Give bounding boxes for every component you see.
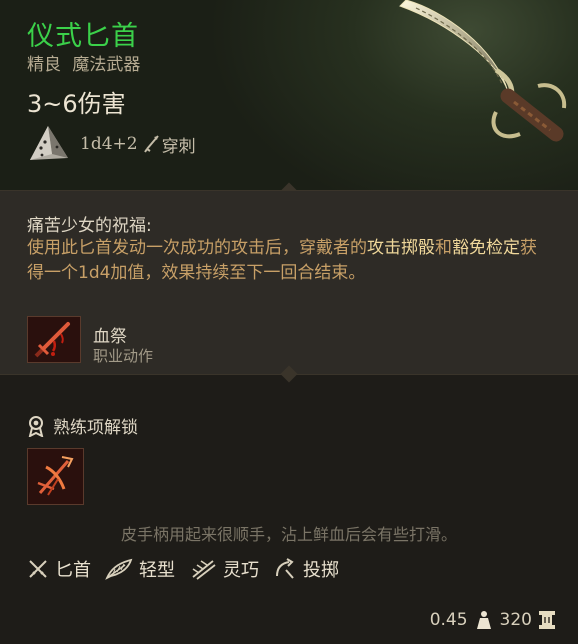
trait-light[interactable]: 轻型 bbox=[105, 556, 175, 582]
proficiency-section: 熟练项解锁 皮手柄用起来很顺手，沾上鲜血后会有些打滑。 匕首 轻型 灵巧 投掷 … bbox=[0, 375, 578, 644]
damage-dice-row: 1d4+2 穿刺 bbox=[26, 124, 196, 164]
action-name: 血祭 bbox=[93, 327, 127, 347]
blood-dagger-icon[interactable] bbox=[27, 316, 81, 363]
item-footer: 0.45 320 bbox=[430, 609, 562, 631]
dagger-image bbox=[399, 0, 567, 142]
passive-text: 和 bbox=[435, 238, 452, 258]
feather-icon bbox=[105, 558, 133, 580]
tooltip-header: 仪式匕首 精良 魔法武器 3~6伤害 1d4+2 穿刺 bbox=[0, 0, 578, 191]
weapon-skill-icon[interactable] bbox=[27, 448, 84, 505]
damage-type: 穿刺 bbox=[161, 136, 196, 157]
weight-icon bbox=[476, 611, 491, 629]
trait-label: 轻型 bbox=[139, 560, 175, 581]
thrown-icon bbox=[276, 558, 294, 579]
trait-label: 灵巧 bbox=[223, 560, 259, 581]
trait-thrown[interactable]: 投掷 bbox=[273, 556, 339, 582]
gold-coin-icon bbox=[539, 611, 555, 629]
trait-finesse[interactable]: 灵巧 bbox=[189, 556, 259, 582]
item-value: 320 bbox=[499, 610, 532, 630]
proficiency-title: 熟练项解锁 bbox=[53, 418, 138, 438]
finesse-icon bbox=[192, 560, 216, 580]
trait-label: 匕首 bbox=[55, 560, 91, 581]
item-tooltip: 仪式匕首 精良 魔法武器 3~6伤害 1d4+2 穿刺 痛苦少女的祝福: 使用此… bbox=[0, 0, 578, 644]
passive-text: 使用此匕首发动一次成功的攻击后，穿戴者的 bbox=[27, 238, 367, 258]
passive-description: 使用此匕首发动一次成功的攻击后，穿戴者的攻击掷骰和豁免检定获得一个1d4加值，效… bbox=[27, 236, 547, 286]
blood-dagger-icon-art bbox=[34, 322, 70, 358]
item-rarity: 精良 bbox=[27, 55, 61, 75]
passive-section: 痛苦少女的祝福: 使用此匕首发动一次成功的攻击后，穿戴者的攻击掷骰和豁免检定获得… bbox=[0, 191, 578, 375]
weapon-skill-icon-art bbox=[37, 456, 74, 496]
item-category: 魔法武器 bbox=[72, 55, 141, 75]
proficiency-header: 熟练项解锁 bbox=[27, 413, 138, 438]
keyword-attack-roll[interactable]: 攻击掷骰 bbox=[367, 238, 435, 258]
item-name: 仪式匕首 bbox=[27, 21, 139, 52]
item-subtitle: 精良 魔法武器 bbox=[27, 50, 146, 75]
action-type: 职业动作 bbox=[93, 347, 154, 365]
damage-dice: 1d4+2 bbox=[80, 134, 138, 154]
trait-dagger[interactable]: 匕首 bbox=[27, 556, 91, 582]
d4-dice-icon bbox=[30, 126, 68, 160]
flavor-text: 皮手柄用起来很顺手，沾上鲜血后会有些打滑。 bbox=[120, 525, 457, 544]
proficiency-unlock-icon bbox=[28, 415, 44, 437]
trait-label: 投掷 bbox=[303, 560, 339, 581]
item-weight: 0.45 bbox=[429, 610, 468, 630]
piercing-icon bbox=[143, 135, 159, 153]
traits-row: 匕首 轻型 灵巧 投掷 bbox=[27, 556, 353, 582]
item-damage: 3~6伤害 bbox=[27, 90, 126, 118]
keyword-saving-throw[interactable]: 豁免检定 bbox=[452, 238, 520, 258]
dagger-icon bbox=[29, 560, 47, 578]
passive-title: 痛苦少女的祝福: bbox=[27, 216, 152, 236]
